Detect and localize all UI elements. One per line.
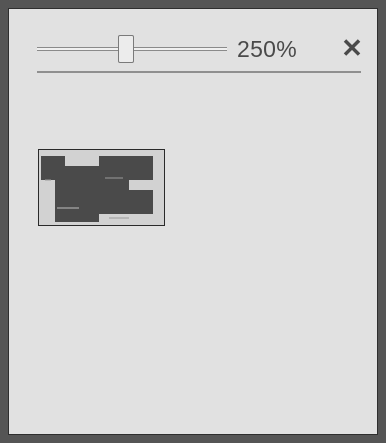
page-thumbnail-image (39, 150, 164, 225)
close-button[interactable]: ✕ (339, 34, 365, 62)
zoom-slider[interactable] (37, 35, 227, 63)
toolbar-divider (37, 71, 361, 73)
zoom-slider-thumb[interactable] (118, 35, 135, 63)
page-thumbnail[interactable] (38, 149, 165, 226)
close-icon: ✕ (341, 33, 363, 63)
zoom-toolbar: 250% ✕ (37, 31, 363, 67)
zoom-level-label: 250% (237, 36, 298, 62)
preview-panel: 250% ✕ (8, 8, 378, 435)
window-frame: 250% ✕ (0, 0, 386, 443)
